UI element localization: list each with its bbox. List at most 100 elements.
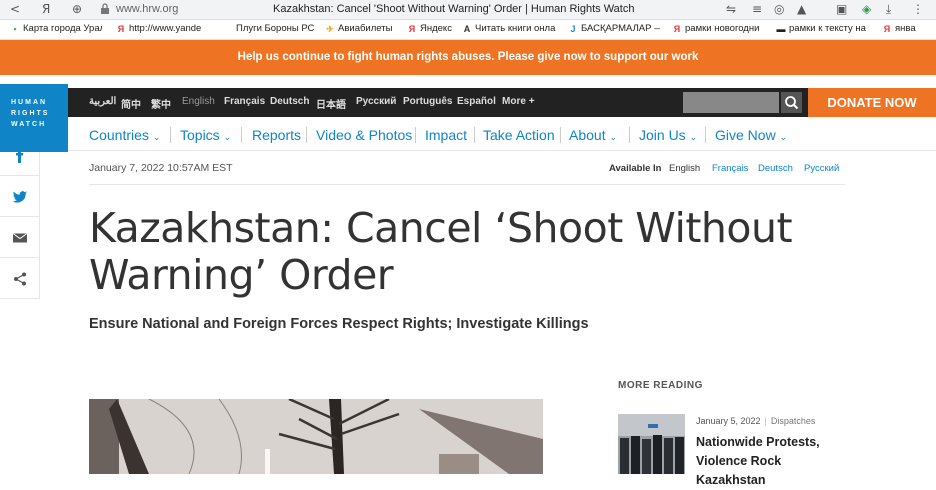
back-icon[interactable]: <	[10, 2, 20, 16]
article-subtitle: Ensure National and Foreign Forces Respe…	[89, 316, 589, 332]
yandex-icon: Я	[117, 24, 125, 34]
lang-russian[interactable]: Русский	[356, 96, 396, 107]
bookmarks-bar: ▪ Карта города Урал Яhttp://www.yande Плу…	[0, 20, 936, 40]
available-french[interactable]: Français	[712, 163, 748, 174]
bookmark-label: Карта города Урал	[23, 23, 102, 34]
bookmark-label: янва	[895, 23, 916, 34]
folder-icon: ▬	[776, 24, 786, 34]
lang-traditional-chinese[interactable]: 繁中	[151, 96, 171, 111]
bookmark-label: Авиабилеты	[338, 23, 393, 34]
screenshot-icon[interactable]: ▣	[836, 2, 847, 16]
nav-label: Join Us	[639, 127, 686, 143]
more-reading-heading: MORE READING	[618, 380, 703, 391]
nav-give-now[interactable]: Give Now ⌄	[715, 127, 787, 143]
article-date: January 7, 2022 10:57AM EST	[89, 162, 233, 174]
share-icon	[14, 272, 26, 286]
lang-portuguese[interactable]: Português	[403, 96, 452, 107]
nav-label: Topics	[180, 127, 220, 143]
meta-separator: |	[764, 416, 767, 426]
book-icon: A	[463, 24, 471, 34]
bookmark-item[interactable]: ✈ Авиабилеты	[325, 23, 395, 34]
share-more[interactable]	[0, 258, 40, 299]
lang-french[interactable]: Français	[224, 96, 265, 107]
bookmark-item[interactable]: ▬ рамки к тексту на	[776, 23, 868, 34]
bookmark-label: БАСҚАРМАЛАР —	[581, 23, 660, 34]
lang-english[interactable]: English	[182, 96, 215, 107]
lang-japanese[interactable]: 日本語	[316, 96, 346, 111]
bookmark-item[interactable]: Плуги Бороны РС	[236, 23, 318, 34]
nav-take-action[interactable]: Take Action	[483, 127, 555, 143]
title-line: Kazakhstan: Cancel ‘Shoot Without	[89, 204, 793, 252]
nav-divider	[560, 127, 561, 143]
related-article-link[interactable]: Nationwide Protests, Violence Rock Kazak…	[696, 433, 846, 490]
bookmark-item[interactable]: Яянва	[882, 23, 936, 34]
hero-image[interactable]	[89, 399, 543, 474]
chevron-down-icon: ⌄	[609, 132, 618, 142]
bookmark-label: Яндекс	[420, 23, 452, 34]
email-icon	[12, 233, 28, 243]
bookmark-item[interactable]: Ярамки новогодни	[672, 23, 764, 34]
available-english[interactable]: English	[669, 163, 700, 174]
chevron-down-icon: ⌄	[223, 132, 232, 142]
title-line: Warning’ Order	[89, 251, 394, 299]
lang-more[interactable]: More +	[502, 96, 535, 107]
bookmark-item[interactable]: J БАСҚАРМАЛАР —	[568, 23, 660, 34]
bookmark-label: http://www.yande	[129, 23, 202, 34]
nav-divider	[705, 127, 706, 143]
nav-impact[interactable]: Impact	[425, 127, 467, 143]
related-date: January 5, 2022	[696, 416, 761, 426]
nav-divider	[170, 127, 171, 143]
related-type: Dispatches	[770, 416, 816, 426]
bookmark-item[interactable]: Яhttp://www.yande	[116, 23, 210, 34]
donation-banner[interactable]: Help us continue to fight human rights a…	[0, 40, 936, 75]
translate-icon[interactable]: ⇋	[726, 2, 736, 16]
yandex-icon: Я	[673, 24, 681, 34]
nav-countries[interactable]: Countries ⌄	[89, 127, 160, 143]
yandex-logo-icon[interactable]: Я	[42, 2, 50, 16]
nav-join-us[interactable]: Join Us ⌄	[639, 127, 697, 143]
chevron-down-icon: ⌄	[152, 132, 161, 142]
downloads-icon[interactable]: ⤓	[886, 2, 891, 17]
share-twitter[interactable]	[0, 176, 40, 217]
globe-icon[interactable]: ⊕	[72, 2, 82, 16]
bookmark-label: Плуги Бороны РС	[236, 23, 315, 34]
bookmark-item[interactable]: ▪ Карта города Урал	[10, 23, 102, 34]
nav-divider	[415, 127, 416, 143]
search-input[interactable]	[683, 92, 779, 113]
lock-icon	[101, 3, 109, 14]
nav-about[interactable]: About ⌄	[569, 127, 617, 143]
nav-label: About	[569, 127, 606, 143]
bookmark-label: рамки к тексту на	[789, 23, 866, 34]
related-meta: January 5, 2022 | Dispatches	[696, 416, 815, 426]
map-icon: ▪	[13, 24, 17, 34]
extension-icon[interactable]: ◎	[774, 2, 784, 16]
nav-reports[interactable]: Reports	[252, 127, 301, 143]
yandex-icon: Я	[408, 24, 416, 34]
bookmark-item[interactable]: Я Яндекс	[407, 23, 457, 34]
search-button[interactable]	[781, 92, 802, 113]
lang-more-label: More	[502, 96, 526, 107]
related-thumbnail[interactable]	[618, 414, 685, 474]
bookmark-icon[interactable]: ▲	[797, 2, 806, 16]
lang-spanish[interactable]: Español	[457, 96, 496, 107]
nav-label: Countries	[89, 127, 149, 143]
donate-now-button[interactable]: DONATE NOW	[808, 88, 936, 117]
lang-arabic[interactable]: العربية	[89, 96, 116, 107]
nav-divider	[629, 127, 630, 143]
shield-icon[interactable]: ◈	[862, 2, 871, 16]
bookmark-label: рамки новогодни	[685, 23, 760, 34]
available-german[interactable]: Deutsch	[758, 163, 793, 174]
nav-topics[interactable]: Topics ⌄	[180, 127, 231, 143]
hrw-logo[interactable]: HUMAN RIGHTS WATCH	[0, 84, 68, 152]
available-russian[interactable]: Русский	[804, 163, 839, 174]
bookmark-item[interactable]: A Читать книги онла	[462, 23, 557, 34]
nav-video-photos[interactable]: Video & Photos	[316, 127, 412, 143]
lang-simplified-chinese[interactable]: 简中	[121, 96, 141, 111]
lang-german[interactable]: Deutsch	[270, 96, 309, 107]
nav-divider	[241, 127, 242, 143]
menu-icon[interactable]: ⋮	[912, 2, 924, 16]
share-email[interactable]	[0, 217, 40, 258]
j-icon: J	[570, 24, 576, 34]
address-bar[interactable]: www.hrw.org	[116, 3, 178, 15]
reader-icon[interactable]: ≡	[752, 2, 762, 16]
